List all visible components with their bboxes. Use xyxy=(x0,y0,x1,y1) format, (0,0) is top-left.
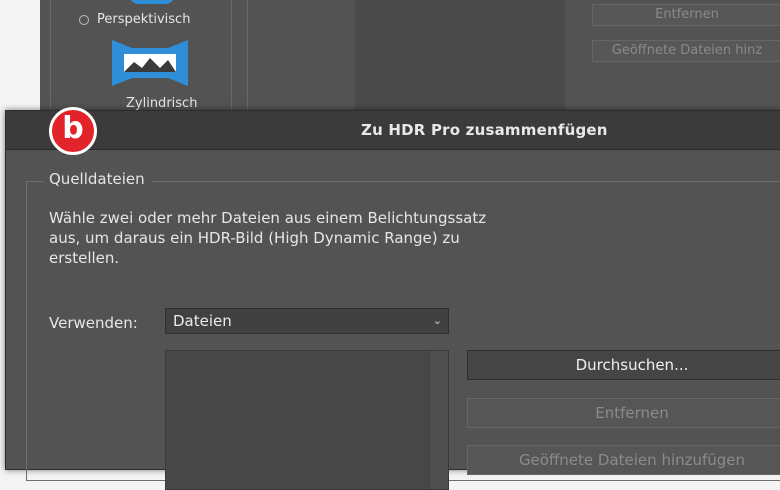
chevron-down-icon: ⌄ xyxy=(432,314,442,327)
file-list[interactable] xyxy=(165,350,449,490)
use-label: Verwenden: xyxy=(49,314,138,332)
add-open-files-button[interactable]: Geöffnete Dateien hinzufügen xyxy=(467,445,780,475)
source-files-legend: Quelldateien xyxy=(43,170,151,188)
cylindrical-projection-icon[interactable] xyxy=(112,40,188,90)
background-remove-button: Entfernen xyxy=(592,4,780,26)
radio-circle[interactable] xyxy=(79,14,89,25)
background-dialog: Perspektivisch Zylindrisch Entfernen Geö… xyxy=(40,0,780,118)
projection-icon-top xyxy=(129,0,175,4)
remove-button[interactable]: Entfernen xyxy=(467,398,780,428)
dialog-title: Zu HDR Pro zusammenfügen xyxy=(361,121,608,139)
radio-perspective-label: Perspektivisch xyxy=(97,12,191,27)
browse-button[interactable]: Durchsuchen... xyxy=(467,350,780,380)
merge-to-hdr-dialog: Zu HDR Pro zusammenfügen Quelldateien Wä… xyxy=(5,110,780,490)
source-files-description: Wähle zwei oder mehr Dateien aus einem B… xyxy=(49,209,487,267)
background-add-open-button: Geöffnete Dateien hinz xyxy=(592,40,780,62)
layout-options-panel: Perspektivisch Zylindrisch xyxy=(50,0,232,111)
source-files-group: Quelldateien Wähle zwei oder mehr Dateie… xyxy=(26,170,780,490)
annotation-badge: b xyxy=(49,107,97,155)
projection-label: Zylindrisch xyxy=(126,96,198,111)
use-select-value: Dateien xyxy=(173,312,232,330)
file-list-scrollbar[interactable] xyxy=(429,351,448,489)
use-select[interactable]: Dateien ⌄ xyxy=(165,308,449,334)
dialog-titlebar[interactable]: Zu HDR Pro zusammenfügen xyxy=(6,111,780,150)
background-file-list xyxy=(355,0,565,110)
background-column xyxy=(247,0,357,110)
radio-perspective[interactable]: Perspektivisch xyxy=(79,12,190,27)
